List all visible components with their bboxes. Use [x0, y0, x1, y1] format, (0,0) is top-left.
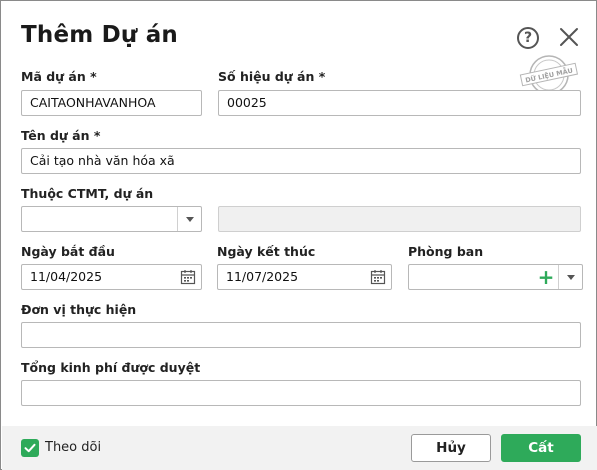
follow-checkbox[interactable] [21, 439, 39, 457]
implementing-unit-label: Đơn vị thực hiện [21, 302, 137, 317]
chevron-down-icon [185, 216, 194, 222]
program-label: Thuộc CTMT, dự án [21, 186, 154, 201]
start-date-value: 11/04/2025 [30, 269, 103, 284]
end-date-input[interactable]: 11/07/2025 [217, 264, 392, 290]
start-date-input[interactable]: 11/04/2025 [21, 264, 202, 290]
department-select[interactable]: + [408, 264, 583, 290]
follow-label[interactable]: Theo dõi [45, 440, 101, 455]
project-code-label: Mã dự án * [21, 69, 97, 84]
implementing-unit-input[interactable] [21, 322, 581, 348]
project-number-input[interactable]: 00025 [218, 90, 581, 116]
project-code-input[interactable]: CAITAONHAVANHOA [21, 90, 202, 116]
chevron-down-icon [566, 274, 575, 280]
department-dropdown-button[interactable] [558, 265, 582, 289]
cancel-button[interactable]: Hủy [411, 434, 491, 462]
add-project-dialog: Thêm Dự án ? DỮ LIỆU MẪU Mã dự án * CAIT… [0, 0, 597, 470]
program-name-field [218, 206, 581, 232]
approved-budget-label: Tổng kinh phí được duyệt [21, 360, 201, 375]
save-button[interactable]: Cất [501, 434, 581, 462]
dialog-title: Thêm Dự án [21, 22, 179, 48]
approved-budget-input[interactable] [21, 380, 581, 406]
add-department-icon[interactable]: + [536, 267, 556, 287]
project-number-label: Số hiệu dự án * [218, 69, 326, 84]
start-date-label: Ngày bắt đầu [21, 244, 115, 259]
close-icon[interactable] [558, 26, 580, 48]
project-name-label: Tên dự án * [21, 128, 101, 143]
project-name-input[interactable]: Cải tạo nhà văn hóa xã [21, 148, 581, 174]
program-select[interactable] [21, 206, 202, 232]
end-date-value: 11/07/2025 [226, 269, 299, 284]
program-dropdown-button[interactable] [177, 207, 201, 231]
calendar-icon[interactable] [180, 269, 196, 285]
help-icon[interactable]: ? [517, 27, 539, 49]
end-date-label: Ngày kết thúc [217, 244, 316, 259]
department-label: Phòng ban [408, 244, 484, 259]
calendar-icon[interactable] [370, 269, 386, 285]
check-icon [24, 443, 36, 453]
